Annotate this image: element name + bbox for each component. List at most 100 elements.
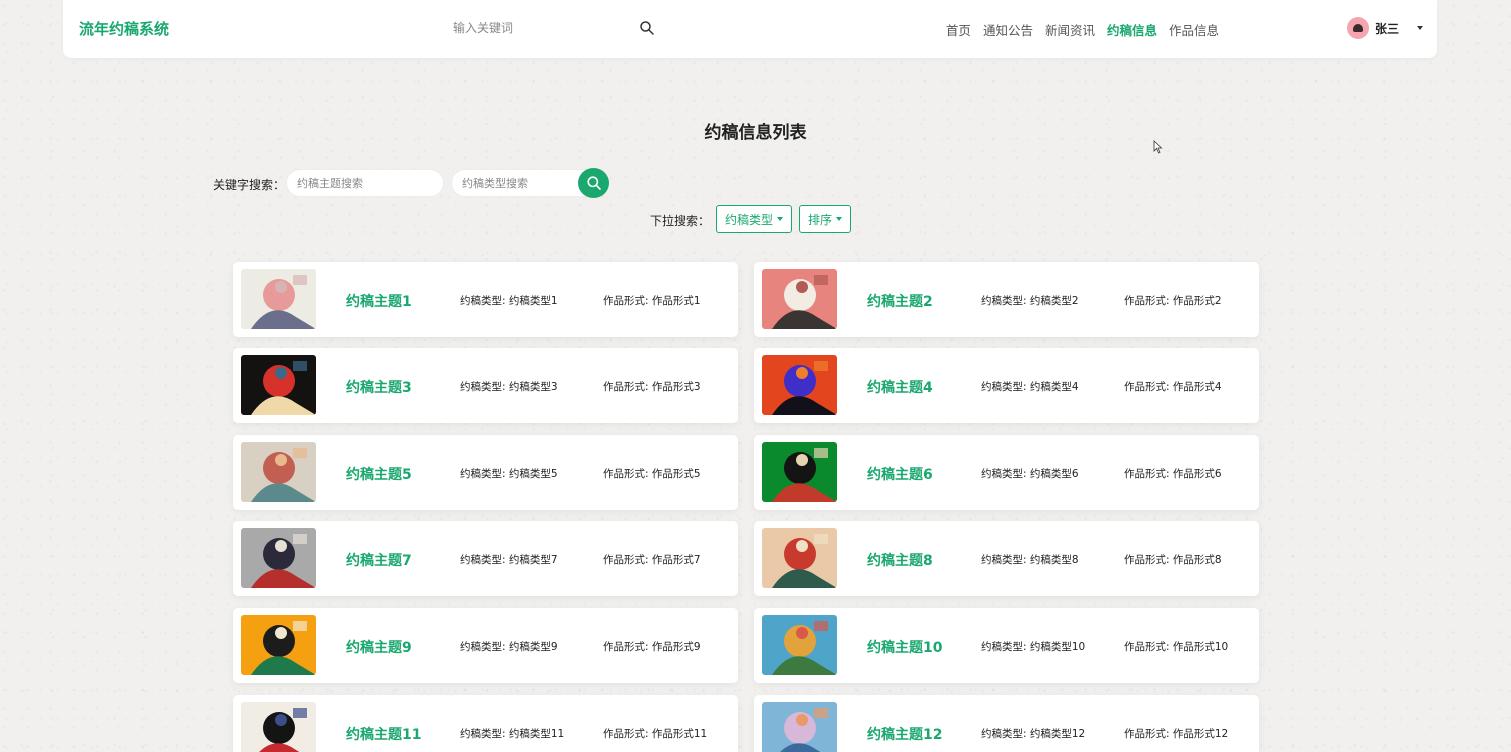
avatar[interactable] [1346, 17, 1369, 39]
card-title[interactable]: 约稿主题2 [867, 291, 977, 311]
card-form: 作品形式: 作品形式11 [603, 728, 708, 740]
card-form: 作品形式: 作品形式12 [1124, 728, 1229, 740]
artwork-image-icon [762, 702, 837, 752]
artwork-image-icon [241, 442, 316, 502]
sort-dropdown[interactable]: 排序 [799, 205, 852, 233]
chevron-down-icon [836, 217, 843, 221]
commission-card[interactable]: 约稿主题5 约稿类型: 约稿类型5 作品形式: 作品形式5 [233, 435, 738, 510]
artwork-image-icon [241, 528, 316, 588]
card-form: 作品形式: 作品形式1 [603, 295, 701, 307]
main-nav: 首页 通知公告 新闻资讯 约稿信息 作品信息 [946, 20, 1219, 39]
card-type: 约稿类型: 约稿类型2 [981, 295, 1079, 307]
artwork-thumbnail[interactable] [241, 615, 316, 675]
commission-card[interactable]: 约稿主题3 约稿类型: 约稿类型3 作品形式: 作品形式3 [233, 348, 738, 423]
card-title[interactable]: 约稿主题8 [867, 550, 977, 570]
user-menu[interactable]: 张三 [1346, 17, 1423, 39]
card-type: 约稿类型: 约稿类型5 [460, 468, 558, 480]
dropdown-search-label: 下拉搜索： [650, 214, 711, 228]
card-title[interactable]: 约稿主题6 [867, 464, 977, 484]
card-title[interactable]: 约稿主题5 [346, 464, 456, 484]
type-dropdown-label: 约稿类型 [725, 212, 774, 227]
chevron-down-icon[interactable] [1417, 26, 1423, 30]
card-title[interactable]: 约稿主题10 [867, 637, 977, 657]
nav-news[interactable]: 新闻资讯 [1045, 20, 1095, 39]
commission-card[interactable]: 约稿主题6 约稿类型: 约稿类型6 作品形式: 作品形式6 [754, 435, 1259, 510]
artwork-thumbnail[interactable] [241, 355, 316, 415]
nav-commissions[interactable]: 约稿信息 [1107, 20, 1157, 39]
artwork-image-icon [762, 528, 837, 588]
user-name[interactable]: 张三 [1375, 20, 1399, 37]
card-type: 约稿类型: 约稿类型8 [981, 554, 1079, 566]
topic-search-input[interactable] [286, 169, 444, 197]
type-dropdown[interactable]: 约稿类型 [716, 205, 793, 233]
card-title[interactable]: 约稿主题3 [346, 377, 456, 397]
commission-card[interactable]: 约稿主题1 约稿类型: 约稿类型1 作品形式: 作品形式1 [233, 262, 738, 337]
mouse-cursor-icon [1153, 140, 1163, 154]
card-type: 约稿类型: 约稿类型1 [460, 295, 558, 307]
artwork-image-icon [241, 615, 316, 675]
artwork-thumbnail[interactable] [241, 528, 316, 588]
artwork-image-icon [762, 355, 837, 415]
top-navbar: 流年约稿系统 首页 通知公告 新闻资讯 约稿信息 作品信息 张三 [63, 0, 1437, 58]
artwork-image-icon [241, 355, 316, 415]
card-type: 约稿类型: 约稿类型10 [981, 641, 1086, 653]
artwork-thumbnail[interactable] [762, 442, 837, 502]
artwork-thumbnail[interactable] [241, 269, 316, 329]
commission-card[interactable]: 约稿主题7 约稿类型: 约稿类型7 作品形式: 作品形式7 [233, 521, 738, 596]
artwork-thumbnail[interactable] [241, 702, 316, 752]
artwork-image-icon [762, 615, 837, 675]
artwork-thumbnail[interactable] [762, 702, 837, 752]
card-form: 作品形式: 作品形式9 [603, 641, 701, 653]
artwork-image-icon [241, 702, 316, 752]
card-type: 约稿类型: 约稿类型9 [460, 641, 558, 653]
card-form: 作品形式: 作品形式2 [1124, 295, 1222, 307]
artwork-thumbnail[interactable] [762, 615, 837, 675]
nav-works[interactable]: 作品信息 [1169, 20, 1219, 39]
artwork-image-icon [762, 442, 837, 502]
keyword-search-label: 关键字搜索： [213, 178, 286, 192]
card-title[interactable]: 约稿主题4 [867, 377, 977, 397]
card-form: 作品形式: 作品形式4 [1124, 381, 1222, 393]
nav-notices[interactable]: 通知公告 [983, 20, 1033, 39]
sort-dropdown-label: 排序 [808, 212, 833, 227]
card-form: 作品形式: 作品形式3 [603, 381, 701, 393]
search-icon[interactable] [639, 20, 655, 36]
commission-card[interactable]: 约稿主题11 约稿类型: 约稿类型11 作品形式: 作品形式11 [233, 695, 738, 752]
avatar-icon [1352, 24, 1363, 32]
card-title[interactable]: 约稿主题12 [867, 724, 977, 744]
artwork-thumbnail[interactable] [241, 442, 316, 502]
header-search-input[interactable] [445, 14, 645, 42]
artwork-thumbnail[interactable] [762, 355, 837, 415]
card-type: 约稿类型: 约稿类型7 [460, 554, 558, 566]
commission-card[interactable]: 约稿主题8 约稿类型: 约稿类型8 作品形式: 作品形式8 [754, 521, 1259, 596]
card-type: 约稿类型: 约稿类型3 [460, 381, 558, 393]
commission-card[interactable]: 约稿主题12 约稿类型: 约稿类型12 作品形式: 作品形式12 [754, 695, 1259, 752]
artwork-image-icon [241, 269, 316, 329]
card-title[interactable]: 约稿主题9 [346, 637, 456, 657]
search-icon [586, 176, 601, 190]
card-title[interactable]: 约稿主题1 [346, 291, 456, 311]
chevron-down-icon [777, 217, 784, 221]
page-title: 约稿信息列表 [704, 123, 807, 143]
artwork-thumbnail[interactable] [762, 269, 837, 329]
card-form: 作品形式: 作品形式10 [1124, 641, 1229, 653]
site-logo-text[interactable]: 流年约稿系统 [79, 18, 169, 39]
card-form: 作品形式: 作品形式7 [603, 554, 701, 566]
card-type: 约稿类型: 约稿类型4 [981, 381, 1079, 393]
commission-card[interactable]: 约稿主题9 约稿类型: 约稿类型9 作品形式: 作品形式9 [233, 608, 738, 683]
card-title[interactable]: 约稿主题11 [346, 724, 456, 744]
nav-home[interactable]: 首页 [946, 20, 971, 39]
card-type: 约稿类型: 约稿类型6 [981, 468, 1079, 480]
card-title[interactable]: 约稿主题7 [346, 550, 456, 570]
card-type: 约稿类型: 约稿类型12 [981, 728, 1086, 740]
commission-card[interactable]: 约稿主题2 约稿类型: 约稿类型2 作品形式: 作品形式2 [754, 262, 1259, 337]
artwork-thumbnail[interactable] [762, 528, 837, 588]
commission-card[interactable]: 约稿主题4 约稿类型: 约稿类型4 作品形式: 作品形式4 [754, 348, 1259, 423]
card-form: 作品形式: 作品形式8 [1124, 554, 1222, 566]
search-button[interactable] [578, 168, 609, 198]
card-form: 作品形式: 作品形式5 [603, 468, 701, 480]
card-type: 约稿类型: 约稿类型11 [460, 728, 565, 740]
commission-card[interactable]: 约稿主题10 约稿类型: 约稿类型10 作品形式: 作品形式10 [754, 608, 1259, 683]
header-search [445, 14, 654, 42]
card-form: 作品形式: 作品形式6 [1124, 468, 1222, 480]
